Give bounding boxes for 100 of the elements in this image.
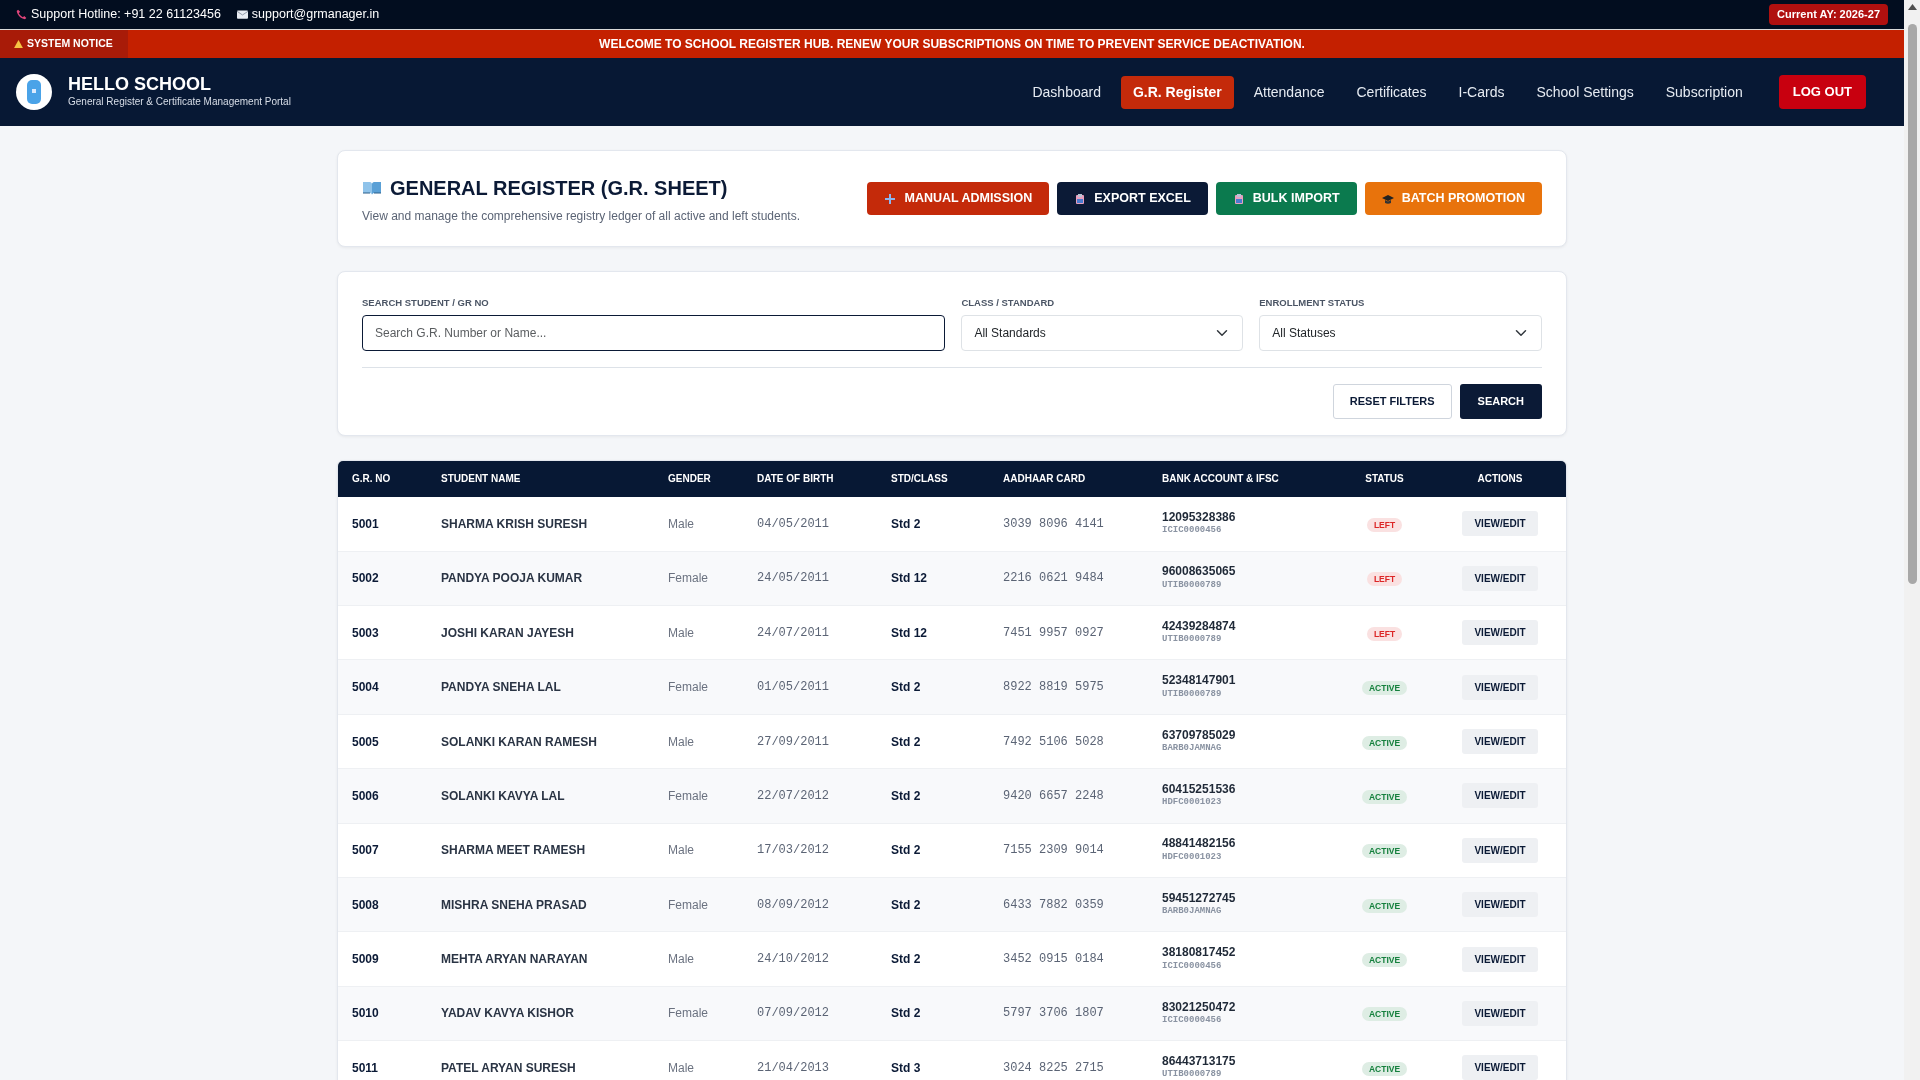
nav-tab[interactable]: Attendance	[1241, 75, 1337, 109]
aadhaar-number: 7155 2309 9014	[989, 823, 1148, 878]
gender: Female	[654, 986, 743, 1041]
email-text: support@grmanager.in	[251, 6, 380, 24]
gender: Male	[654, 823, 743, 878]
bank-account: 86443713175	[1162, 1053, 1237, 1069]
class-cell: Std 2	[877, 877, 989, 932]
view-edit-button[interactable]: VIEW/EDIT	[1462, 620, 1538, 646]
student-name: SOLANKI KAVYA LAL	[427, 768, 654, 824]
plus-icon	[884, 192, 897, 205]
bank-account: 38180817452	[1162, 945, 1237, 960]
aadhaar-number: 6433 7882 0359	[989, 877, 1148, 932]
ifsc-code: BARB0JAMNAG	[1162, 741, 1223, 755]
column-header: DATE OF BIRTH	[743, 460, 877, 497]
status-label: ENROLLMENT STATUS	[1259, 296, 1366, 310]
page-title: GENERAL REGISTER (G.R. SHEET)	[390, 175, 728, 201]
graduation-cap-icon	[1381, 192, 1394, 205]
ifsc-code: ICIC0000456	[1162, 1013, 1223, 1027]
status-pill: ACTIVE	[1361, 898, 1408, 913]
gender: Female	[654, 551, 743, 606]
aadhaar-number: 3039 8096 4141	[989, 496, 1148, 552]
action-button[interactable]: EXPORT EXCEL	[1057, 182, 1208, 215]
nav-tab[interactable]: Subscription	[1653, 75, 1755, 109]
view-edit-button[interactable]: VIEW/EDIT	[1462, 1055, 1538, 1080]
reset-filters-button[interactable]: RESET FILTERS	[1332, 384, 1452, 419]
notice-label: SYSTEM NOTICE	[27, 36, 113, 52]
column-header: G.R. NO	[338, 460, 427, 497]
column-header: STD/CLASS	[877, 460, 989, 497]
search-field[interactable]: Search G.R. Number or Name...	[362, 315, 946, 352]
search-button[interactable]: SEARCH	[1459, 384, 1542, 419]
date-of-birth: 22/07/2012	[743, 768, 877, 824]
bank-account: 83021250472	[1162, 999, 1237, 1014]
nav-tab[interactable]: School Settings	[1524, 75, 1646, 109]
nav-tab[interactable]: Certificates	[1344, 75, 1439, 109]
bank-account: 59451272745	[1162, 890, 1237, 906]
view-edit-button[interactable]: VIEW/EDIT	[1462, 946, 1538, 972]
gr-number: 5005	[338, 714, 427, 769]
action-button[interactable]: MANUAL ADMISSION	[867, 182, 1050, 215]
hotline-text: Support Hotline: +91 22 61123456	[31, 6, 221, 24]
gender: Male	[654, 714, 743, 769]
view-edit-button[interactable]: VIEW/EDIT	[1462, 565, 1538, 591]
status-pill: ACTIVE	[1361, 789, 1408, 804]
scrollbar[interactable]	[1904, 0, 1920, 1080]
nav-tab[interactable]: G.R. Register	[1120, 75, 1234, 109]
gr-number: 5009	[338, 931, 427, 987]
ifsc-code: HDFC0001023	[1162, 850, 1223, 864]
view-edit-button[interactable]: VIEW/EDIT	[1462, 783, 1538, 809]
school-name: HELLO SCHOOL	[68, 74, 212, 95]
envelope-icon	[236, 10, 248, 19]
status-pill: LEFT	[1366, 572, 1403, 587]
class-cell: Std 2	[877, 768, 989, 824]
student-name: YADAV KAVYA KISHOR	[427, 986, 654, 1041]
logout-button[interactable]: LOG OUT	[1778, 75, 1866, 109]
gr-number: 5003	[338, 605, 427, 660]
clipboard-icon	[1232, 192, 1245, 205]
ifsc-code: UTIB0000789	[1162, 633, 1223, 647]
class-dropdown[interactable]: All Standards	[961, 315, 1244, 352]
date-of-birth: 21/04/2013	[743, 1040, 877, 1080]
date-of-birth: 08/09/2012	[743, 877, 877, 932]
action-button[interactable]: BULK IMPORT	[1215, 182, 1357, 215]
gr-number: 5007	[338, 823, 427, 878]
aadhaar-number: 3452 0915 0184	[989, 931, 1148, 987]
gr-number: 5001	[338, 496, 427, 552]
view-edit-button[interactable]: VIEW/EDIT	[1462, 892, 1538, 918]
view-edit-button[interactable]: VIEW/EDIT	[1462, 674, 1538, 700]
student-name: SHARMA KRISH SURESH	[427, 496, 654, 552]
gr-number: 5006	[338, 768, 427, 824]
class-label: CLASS / STANDARD	[961, 296, 1056, 310]
aadhaar-number: 8922 8819 5975	[989, 659, 1148, 715]
bank-account: 96008635065	[1162, 564, 1237, 579]
view-edit-button[interactable]: VIEW/EDIT	[1462, 837, 1538, 863]
view-edit-button[interactable]: VIEW/EDIT	[1462, 511, 1538, 537]
view-edit-button[interactable]: VIEW/EDIT	[1462, 729, 1538, 754]
status-pill: LEFT	[1366, 626, 1403, 641]
class-cell: Std 2	[877, 496, 989, 552]
nav-tab[interactable]: I-Cards	[1446, 75, 1517, 109]
bank-account: 48841482156	[1162, 836, 1237, 851]
class-cell: Std 2	[877, 986, 989, 1041]
ifsc-code: HDFC0001023	[1162, 796, 1223, 810]
date-of-birth: 17/03/2012	[743, 823, 877, 878]
academic-year-badge: Current AY: 2026-27	[1769, 4, 1888, 25]
bank-account: 12095328386	[1162, 509, 1237, 525]
ifsc-code: UTIB0000789	[1162, 578, 1223, 592]
student-name: SHARMA MEET RAMESH	[427, 823, 654, 878]
aadhaar-number: 7451 9957 0927	[989, 605, 1148, 660]
ifsc-code: UTIB0000789	[1162, 1068, 1223, 1080]
aadhaar-number: 9420 6657 2248	[989, 768, 1148, 824]
student-name: PANDYA POOJA KUMAR	[427, 551, 654, 606]
bank-account: 52348147901	[1162, 673, 1237, 688]
nav-tab[interactable]: Dashboard	[1020, 75, 1113, 109]
column-header: STATUS	[1337, 460, 1432, 497]
status-pill: ACTIVE	[1361, 681, 1408, 696]
clipboard-icon	[1074, 192, 1087, 205]
gr-number: 5004	[338, 659, 427, 715]
class-cell: Std 2	[877, 931, 989, 987]
notice-message: WELCOME TO SCHOOL REGISTER HUB. RENEW YOUR SUBSCRIPTIONS ON TIME TO PREVENT SERVICE DEACTIVATION.	[599, 37, 1305, 51]
class-cell: Std 12	[877, 551, 989, 606]
view-edit-button[interactable]: VIEW/EDIT	[1462, 1000, 1538, 1026]
status-dropdown[interactable]: All Statuses	[1259, 315, 1542, 352]
scroll-up-icon[interactable]	[1907, 4, 1917, 10]
